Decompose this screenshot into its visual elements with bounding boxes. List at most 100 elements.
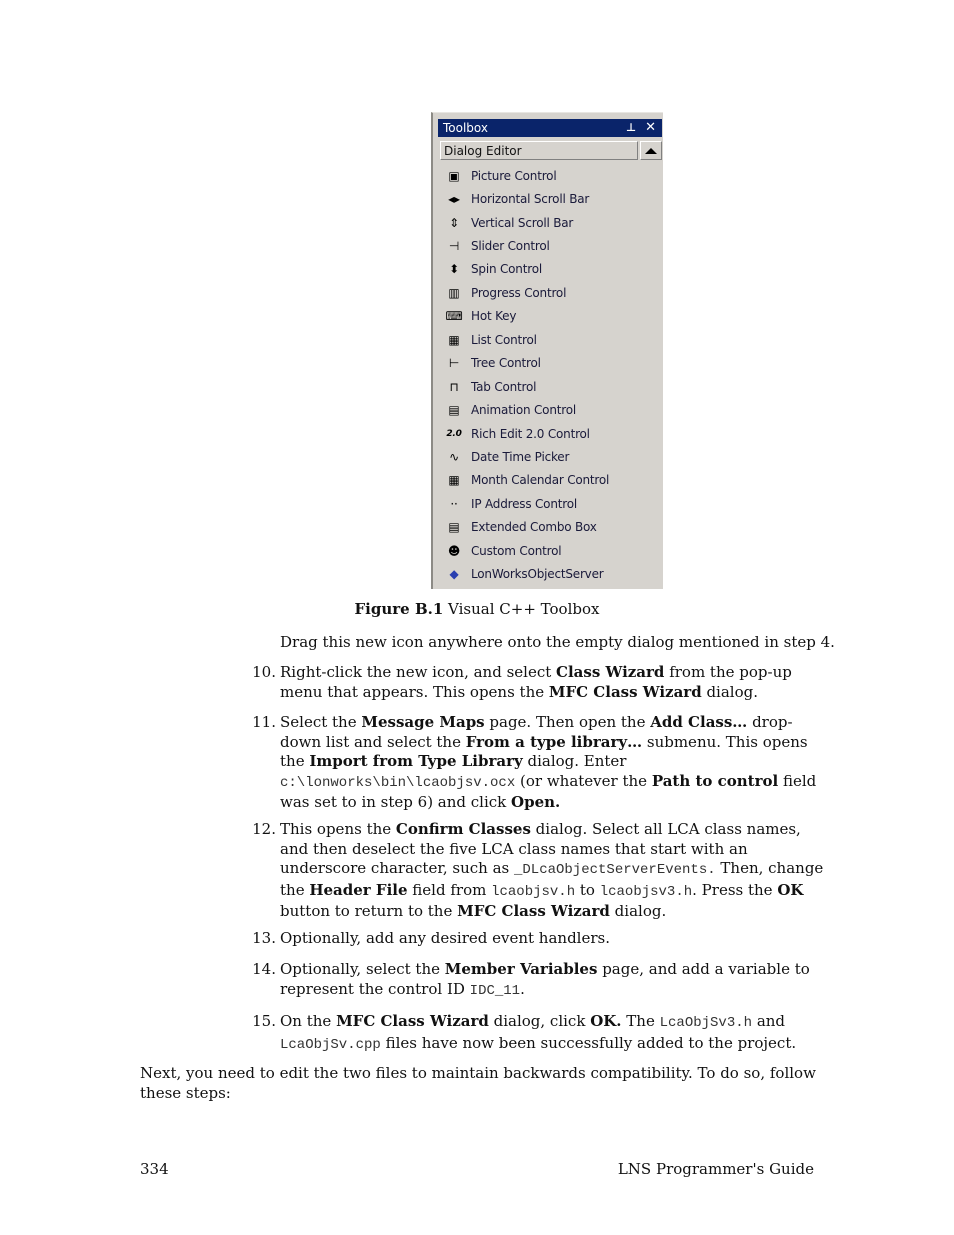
tree-control-icon: ⊢ bbox=[448, 356, 460, 371]
step-number: 12. bbox=[252, 820, 276, 838]
bold-term: Import from Type Library bbox=[309, 752, 523, 770]
toolbox-item[interactable]: ☻ Custom Control bbox=[445, 539, 655, 562]
toolbox-item-label: List Control bbox=[471, 332, 537, 347]
toolbox-item[interactable]: ▤ Animation Control bbox=[445, 398, 655, 421]
text-run: dialog, click bbox=[488, 1012, 591, 1030]
toolbox-item-label: Date Time Picker bbox=[471, 449, 570, 464]
text-run: to bbox=[575, 880, 600, 899]
bold-term: MFC Class Wizard bbox=[457, 902, 610, 920]
date-time-picker-icon: ∿ bbox=[449, 449, 459, 464]
close-icon[interactable]: ✕ bbox=[645, 119, 656, 137]
text-run: . Press the bbox=[692, 880, 778, 899]
step-text: Right-click the new icon, and select Cla… bbox=[280, 663, 825, 702]
closing-paragraph: Next, you need to edit the two files to … bbox=[140, 1064, 816, 1102]
intro-paragraph: Drag this new icon anywhere onto the emp… bbox=[280, 633, 835, 651]
step-text: Optionally, select the Member Variables … bbox=[280, 960, 825, 1001]
step-text: On the MFC Class Wizard dialog, click OK… bbox=[280, 1012, 825, 1055]
extended-combo-box-icon: ▤ bbox=[448, 520, 460, 535]
toolbox-item[interactable]: ▥ Progress Control bbox=[445, 281, 655, 304]
step-text: This opens the Confirm Classes dialog. S… bbox=[280, 820, 825, 922]
toolbox-item[interactable]: ⌨ Hot Key bbox=[445, 305, 655, 328]
step-number: 10. bbox=[252, 663, 276, 681]
toolbox-item[interactable]: ⬍ Spin Control bbox=[445, 258, 655, 281]
toolbox-item-list: ▣ Picture Control ◂▸ Horizontal Scroll Bar ⇕… bbox=[445, 164, 655, 586]
step-item: 10. Right-click the new icon, and select … bbox=[250, 663, 825, 702]
toolbox-item[interactable]: ⊓ Tab Control bbox=[445, 375, 655, 398]
page-number: 334 bbox=[140, 1160, 169, 1178]
bold-term: Add Class… bbox=[650, 713, 748, 731]
toolbox-item-label: IP Address Control bbox=[471, 496, 577, 511]
text-run: This opens the bbox=[280, 820, 396, 838]
text-run: and bbox=[752, 1012, 786, 1030]
text-run: On the bbox=[280, 1012, 337, 1030]
spin-control-icon: ⬍ bbox=[449, 262, 459, 277]
text-run: (or whatever the bbox=[515, 771, 652, 790]
text-run: files have now been successfully added t… bbox=[380, 1033, 797, 1052]
book-title: LNS Programmer's Guide bbox=[617, 1160, 814, 1178]
toolbox-title: Toolbox bbox=[443, 121, 488, 135]
toolbox-item[interactable]: ▣ Picture Control bbox=[445, 164, 655, 187]
list-control-icon: ▦ bbox=[448, 332, 460, 347]
toolbox-item[interactable]: ⊣ Slider Control bbox=[445, 234, 655, 257]
lonworks-object-server-icon: ◆ bbox=[449, 567, 459, 582]
step-item: 15. On the MFC Class Wizard dialog, click… bbox=[250, 1012, 825, 1055]
text-run: dialog. bbox=[609, 902, 667, 920]
toolbox-window: Toolbox ⊥ ✕ Dialog Editor ▣ Picture Contr… bbox=[431, 112, 663, 589]
bold-term: Member Variables bbox=[444, 960, 598, 978]
rich-edit-icon: 2.0 bbox=[446, 428, 462, 439]
hot-key-icon: ⌨ bbox=[445, 309, 463, 324]
bold-term: Confirm Classes bbox=[395, 820, 531, 838]
picture-control-icon: ▣ bbox=[448, 168, 460, 183]
animation-control-icon: ▤ bbox=[448, 403, 460, 418]
code-text: lcaobjsv.h bbox=[491, 883, 576, 900]
tab-control-icon: ⊓ bbox=[449, 379, 459, 394]
bold-term: Class Wizard bbox=[556, 663, 665, 681]
toolbox-item-label: Rich Edit 2.0 Control bbox=[471, 426, 590, 441]
text-run: page. Then open the bbox=[484, 713, 651, 731]
toolbox-item-label: Picture Control bbox=[471, 168, 557, 183]
toolbox-item-label: Extended Combo Box bbox=[471, 520, 597, 535]
step-item: 13. Optionally, add any desired event han… bbox=[250, 929, 825, 949]
scroll-up-button[interactable] bbox=[640, 141, 662, 160]
code-text: lcaobjsv3.h bbox=[599, 883, 693, 900]
bold-term: OK bbox=[777, 880, 804, 899]
slider-control-icon: ⊣ bbox=[448, 239, 460, 254]
bold-term: Header File bbox=[309, 880, 408, 899]
text-run: field from bbox=[407, 880, 492, 899]
bold-term: Message Maps bbox=[361, 713, 485, 731]
toolbox-item-label: Slider Control bbox=[471, 239, 550, 254]
step-number: 11. bbox=[252, 713, 276, 731]
toolbox-item[interactable]: ⊢ Tree Control bbox=[445, 352, 655, 375]
toolbox-item-label: Tree Control bbox=[471, 356, 541, 371]
month-calendar-icon: ▦ bbox=[448, 473, 460, 488]
code-text: LcaObjSv3.h bbox=[659, 1015, 753, 1031]
toolbox-item[interactable]: ⇕ Vertical Scroll Bar bbox=[445, 211, 655, 234]
text-run: The bbox=[621, 1012, 660, 1030]
toolbox-item-label: Animation Control bbox=[471, 403, 576, 418]
toolbox-item[interactable]: ◂▸ Horizontal Scroll Bar bbox=[445, 187, 655, 210]
code-text: c:\lonworks\bin\lcaobjsv.ocx bbox=[280, 774, 516, 791]
toolbox-item[interactable]: ▤ Extended Combo Box bbox=[445, 516, 655, 539]
toolbox-item[interactable]: ▦ Month Calendar Control bbox=[445, 469, 655, 492]
step-item: 14. Optionally, select the Member Variabl… bbox=[250, 960, 825, 1001]
toolbox-item[interactable]: ▦ List Control bbox=[445, 328, 655, 351]
code-text: IDC_11 bbox=[469, 982, 521, 999]
toolbox-item[interactable]: ◆ LonWorksObjectServer bbox=[445, 562, 655, 585]
toolbox-item[interactable]: ∿ Date Time Picker bbox=[445, 445, 655, 468]
custom-control-icon: ☻ bbox=[447, 543, 461, 558]
text-run: dialog. Enter bbox=[522, 752, 627, 770]
toolbox-item-label: Horizontal Scroll Bar bbox=[471, 192, 590, 207]
toolbox-item[interactable]: ·· IP Address Control bbox=[445, 492, 655, 515]
bold-term: OK. bbox=[590, 1012, 622, 1030]
bold-term: MFC Class Wizard bbox=[336, 1012, 489, 1030]
step-item: 11. Select the Message Maps page. Then op… bbox=[250, 713, 825, 813]
code-text: LcaObjSv.cpp bbox=[280, 1036, 381, 1053]
code-text: _DLcaObjectServerEvents. bbox=[514, 862, 716, 878]
bold-term: From a type library… bbox=[465, 732, 643, 751]
toolbox-item-label: Spin Control bbox=[471, 262, 542, 277]
step-item: 12. This opens the Confirm Classes dialog… bbox=[250, 820, 825, 922]
pin-icon[interactable]: ⊥ bbox=[626, 119, 636, 137]
toolbox-item[interactable]: 2.0 Rich Edit 2.0 Control bbox=[445, 422, 655, 445]
dialog-editor-section-header[interactable]: Dialog Editor bbox=[440, 141, 638, 160]
progress-control-icon: ▥ bbox=[448, 285, 460, 300]
